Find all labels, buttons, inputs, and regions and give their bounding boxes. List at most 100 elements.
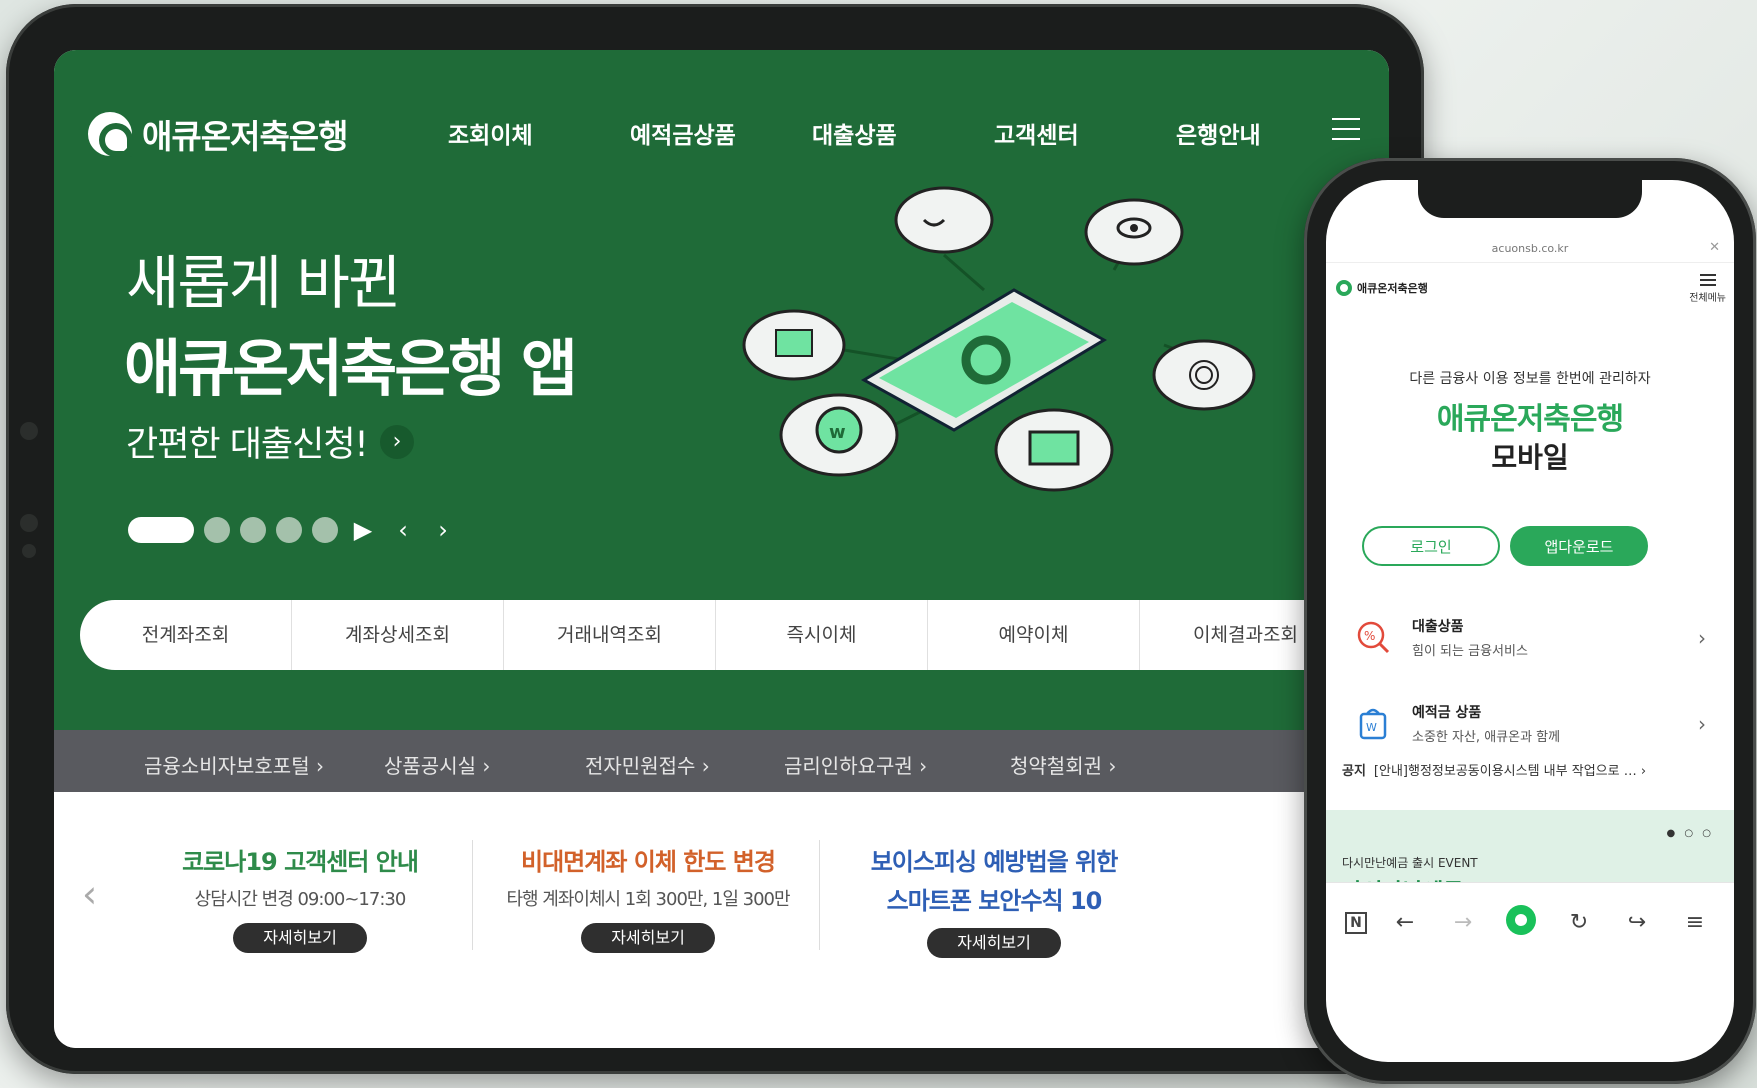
slide-dot[interactable] (240, 517, 266, 543)
refresh-icon[interactable]: ↻ (1559, 910, 1599, 935)
nav-item-inquiry-transfer[interactable]: 조회이체 (448, 116, 630, 150)
forward-arrow-icon[interactable]: → (1443, 910, 1483, 935)
notice-text: [안내]행정정보공동이용시스템 내부 작업으로 … (1373, 764, 1637, 779)
phone-title-mobile: 모바일 (1491, 441, 1569, 474)
banner-small-text: 다시만난예금 출시 EVENT (1342, 856, 1478, 870)
link-rate-cut-request[interactable]: 금리인하요구권 › (784, 750, 927, 779)
notice-transfer-limit: 비대면계좌 이체 한도 변경 타행 계좌이체시 1회 300만, 1일 300만… (468, 842, 828, 953)
nav-item-bank-info[interactable]: 은행안내 (1176, 116, 1358, 150)
logo-text: 애큐온저축은행 (142, 117, 349, 156)
app-download-button[interactable]: 앱다운로드 (1510, 526, 1648, 566)
hero-title-line1: 새롭게 바뀐 (126, 249, 401, 317)
notice-voice-phishing: 보이스피싱 예방법을 위한 스마트폰 보안수칙 10 자세히보기 (814, 842, 1174, 958)
tablet-screen: 애큐온저축은행 조회이체 예적금상품 대출상품 고객센터 은행안내 새롭게 바뀐… (54, 50, 1389, 1048)
divider (1326, 262, 1734, 263)
phone-illustration-icon (861, 288, 1107, 432)
slide-next-icon[interactable]: › (428, 516, 458, 544)
phone-title: 애큐온저축은행 (1436, 402, 1624, 437)
more-button[interactable]: 자세히보기 (927, 928, 1061, 958)
notice-title: 코로나19 고객센터 안내 (182, 848, 419, 876)
link-product-disclosure[interactable]: 상품공시실 › (384, 750, 490, 779)
link-e-complaint[interactable]: 전자민원접수 › (585, 750, 710, 779)
notice-covid: 코로나19 고객센터 안내 상담시간 변경 09:00~17:30 자세히보기 (120, 842, 480, 953)
notice-sub: 타행 계좌이체시 1회 300만, 1일 300만 (506, 889, 790, 910)
play-icon[interactable]: ▶ (348, 516, 378, 544)
phone-tagline: 다른 금융사 이용 정보를 한번에 관리하자 (1409, 371, 1651, 387)
deposit-products-row[interactable]: W 예적금 상품 소중한 자산, 애큐온과 함께 › (1356, 696, 1706, 756)
banner-pager: ● ○ ○ (1666, 828, 1714, 839)
hero-section: 애큐온저축은행 조회이체 예적금상품 대출상품 고객센터 은행안내 새롭게 바뀐… (54, 50, 1389, 730)
chevron-right-icon: › (379, 424, 414, 459)
chevron-left-icon[interactable]: ‹ (82, 872, 97, 916)
back-arrow-icon[interactable]: ← (1385, 910, 1425, 935)
slide-dot[interactable] (276, 517, 302, 543)
notice-title: 보이스피싱 예방법을 위한 (870, 848, 1119, 876)
logo-mark-icon (1336, 280, 1352, 296)
loan-products-row[interactable]: % 대출상품 힘이 되는 금융서비스 › (1356, 610, 1706, 670)
bank-logo[interactable]: 애큐온저축은행 (88, 110, 349, 158)
percent-search-icon: % (1357, 621, 1390, 654)
share-icon[interactable]: ↪ (1617, 910, 1657, 935)
row-desc: 소중한 자산, 애큐온과 함께 (1412, 730, 1561, 745)
row-desc: 힘이 되는 금융서비스 (1412, 644, 1528, 659)
phone-logo-text: 애큐온저축은행 (1357, 282, 1428, 295)
nav-item-customer-center[interactable]: 고객센터 (994, 116, 1176, 150)
chevron-right-icon: › (1698, 626, 1706, 650)
slide-dot-active[interactable] (128, 517, 194, 543)
slide-prev-icon[interactable]: ‹ (388, 516, 418, 544)
phone-logo[interactable]: 애큐온저축은행 (1336, 280, 1428, 296)
notice-section: ‹ 코로나19 고객센터 안내 상담시간 변경 09:00~17:30 자세히보… (54, 792, 1389, 1048)
quick-transaction-history[interactable]: 거래내역조회 (504, 600, 716, 670)
naver-icon[interactable]: N (1345, 911, 1367, 934)
browser-toolbar: N ← → ↻ ↪ ≡ (1326, 882, 1734, 962)
hamburger-menu-icon[interactable] (1332, 118, 1360, 140)
logo-mark-icon (88, 112, 133, 157)
login-button[interactable]: 로그인 (1362, 526, 1500, 566)
quick-scheduled-transfer[interactable]: 예약이체 (928, 600, 1140, 670)
notice-sub: 상담시간 변경 09:00~17:30 (194, 889, 407, 910)
svg-text:W: W (1366, 721, 1377, 734)
phone-menu-button[interactable]: 전체메뉴 (1689, 274, 1726, 304)
close-icon[interactable]: ✕ (1709, 240, 1720, 255)
menu-icon[interactable]: ≡ (1675, 910, 1715, 935)
home-icon[interactable] (1501, 904, 1541, 941)
quick-instant-transfer[interactable]: 즉시이체 (716, 600, 928, 670)
quick-account-detail[interactable]: 계좌상세조회 (292, 600, 504, 670)
quick-all-accounts[interactable]: 전계좌조회 (80, 600, 292, 670)
more-button[interactable]: 자세히보기 (581, 923, 715, 953)
tablet-sensor (20, 514, 38, 532)
tablet-sensor (22, 544, 36, 558)
url-bar[interactable]: acuonsb.co.kr (1326, 242, 1734, 255)
main-nav: 조회이체 예적금상품 대출상품 고객센터 은행안내 (448, 116, 1358, 150)
consumer-links-bar: 금융소비자보호포털 › 상품공시실 › 전자민원접수 › 금리인하요구권 › 청… (54, 730, 1389, 792)
hamburger-menu-icon (1689, 274, 1726, 286)
chevron-right-icon: › (1698, 712, 1706, 736)
svg-text:w: w (829, 422, 846, 443)
slide-dot[interactable] (312, 517, 338, 543)
notice-title: 비대면계좌 이체 한도 변경 (521, 848, 776, 876)
phone-notch (1418, 180, 1642, 218)
svg-text:%: % (1364, 629, 1375, 643)
quick-menu-bar: 전계좌조회 계좌상세조회 거래내역조회 즉시이체 예약이체 이체결과조회 (80, 600, 1389, 670)
fingerprint-icon (1152, 339, 1256, 411)
menu-label: 전체메뉴 (1689, 293, 1726, 304)
phone-screen: acuonsb.co.kr ✕ 애큐온저축은행 전체메뉴 다른 금융사 이용 정… (1326, 180, 1734, 1062)
notice-title-line2: 스마트폰 보안수칙 10 (886, 887, 1103, 915)
row-head: 예적금 상품 (1412, 705, 1482, 721)
link-consumer-portal[interactable]: 금융소비자보호포털 › (144, 750, 324, 779)
nav-item-deposit-products[interactable]: 예적금상품 (630, 116, 812, 150)
tablet-camera (20, 422, 38, 440)
notice-label: 공지 (1342, 764, 1366, 779)
tablet-device: 애큐온저축은행 조회이체 예적금상품 대출상품 고객센터 은행안내 새롭게 바뀐… (6, 4, 1424, 1074)
savings-bag-icon: W (1359, 708, 1387, 740)
hero-subtitle: 간편한 대출신청! (126, 425, 369, 465)
link-withdrawal-right[interactable]: 청약철회권 › (1010, 750, 1116, 779)
slide-dot[interactable] (204, 517, 230, 543)
nav-item-loan-products[interactable]: 대출상품 (812, 116, 994, 150)
hero-subtitle-link[interactable]: 간편한 대출신청! › (126, 416, 414, 467)
more-button[interactable]: 자세히보기 (233, 923, 367, 953)
phone-device: acuonsb.co.kr ✕ 애큐온저축은행 전체메뉴 다른 금융사 이용 정… (1304, 158, 1756, 1084)
hero-title-line2: 애큐온저축은행 앱 (124, 332, 578, 405)
phone-notice[interactable]: 공지 [안내]행정정보공동이용시스템 내부 작업으로 … › (1342, 760, 1722, 779)
slider-controls: ▶ ‹ › (128, 516, 458, 544)
